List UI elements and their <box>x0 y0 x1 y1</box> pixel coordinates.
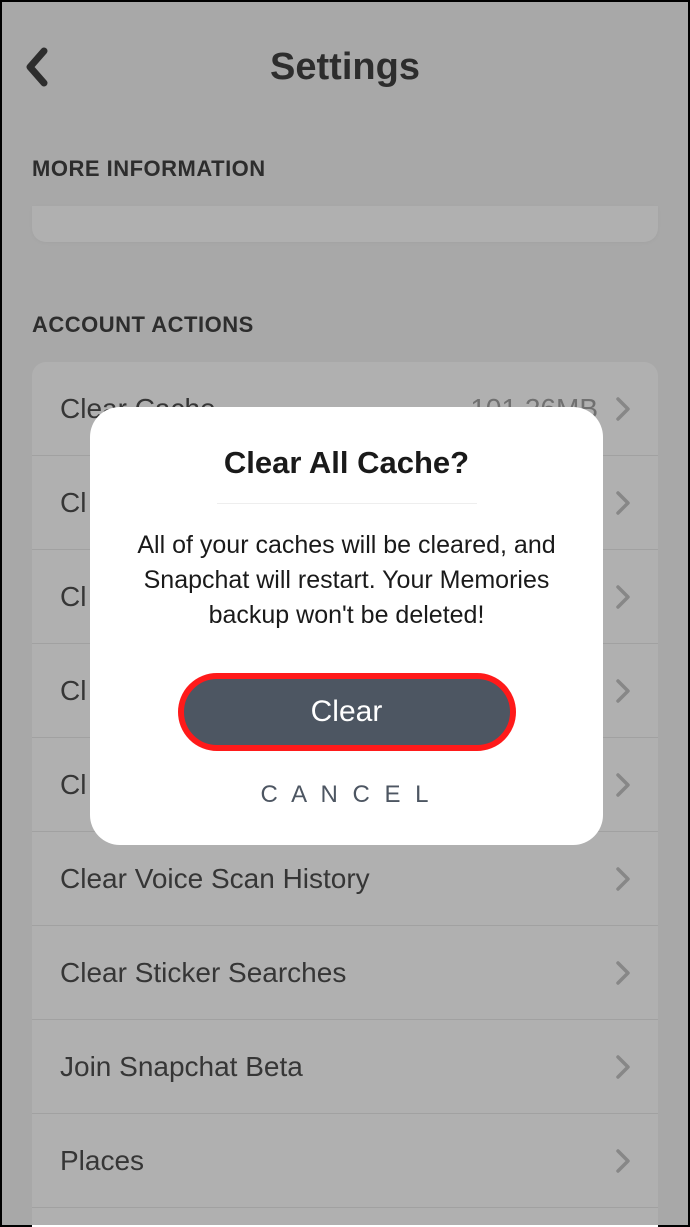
dialog-body: All of your caches will be cleared, and … <box>118 528 575 633</box>
cancel-button[interactable]: C A N C E L <box>240 773 452 817</box>
clear-button[interactable]: Clear <box>178 673 516 751</box>
dialog-title: Clear All Cache? <box>118 445 575 481</box>
settings-screen: Settings MORE INFORMATION ACCOUNT ACTION… <box>0 0 690 1227</box>
dialog-divider <box>217 503 477 504</box>
clear-cache-dialog: Clear All Cache? All of your caches will… <box>90 407 603 845</box>
